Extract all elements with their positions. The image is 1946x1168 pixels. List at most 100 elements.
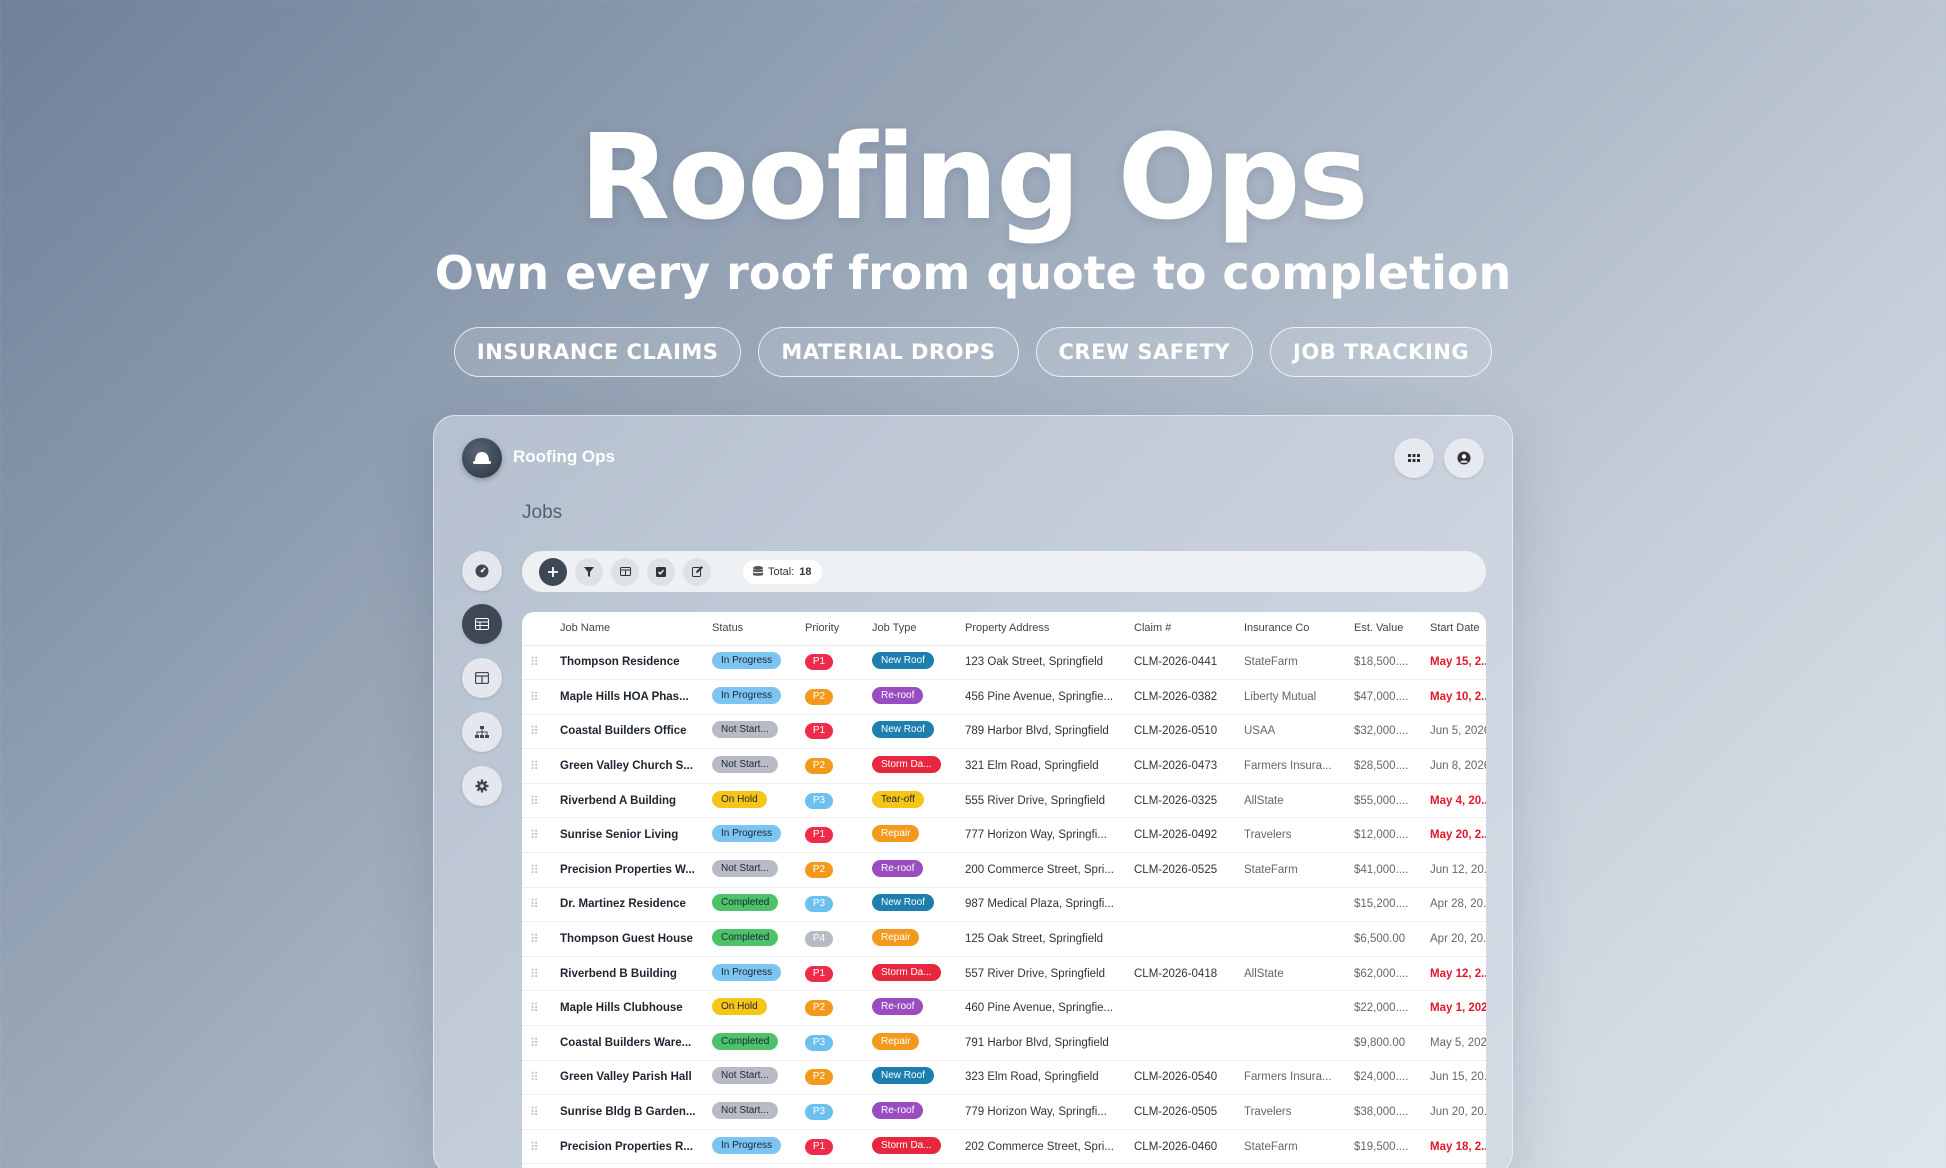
cell-est-value[interactable]: $18,500.... [1348,645,1424,681]
cell-job-type[interactable]: Repair [866,817,959,854]
cell-job-name[interactable]: Maple Hills HOA Phas... [554,679,706,715]
cell-job-name[interactable]: Green Valley Church S... [554,748,706,784]
cell-status[interactable]: On Hold [706,783,799,819]
cell-est-value[interactable]: $32,000.... [1348,714,1424,750]
cell-insurance-co[interactable] [1238,1025,1348,1061]
drag-handle-icon[interactable]: ⠿ [522,748,554,784]
cell-insurance-co[interactable]: Travelers [1238,1094,1348,1130]
cell-job-name[interactable]: Coastal Builders Office [554,714,706,750]
table-row[interactable]: ⠿ Coastal Builders Ware... Completed P3 Repa… [522,1025,1486,1061]
column-header-claim[interactable]: Claim # [1128,612,1238,646]
column-header-job-name[interactable]: Job Name [554,612,706,646]
cell-claim[interactable]: CLM-2026-0510 [1128,714,1238,750]
cell-priority[interactable]: P2 [799,852,866,888]
cell-property-address[interactable]: 555 River Drive, Springfield [959,783,1128,819]
cell-start-date[interactable]: Jun 12, 20... [1424,852,1486,888]
drag-handle-icon[interactable]: ⠿ [522,817,554,854]
cell-job-type[interactable]: Tear-off [866,783,959,819]
cell-job-name[interactable]: Precision Properties R... [554,1129,706,1165]
cell-property-address[interactable]: 123 Oak Street, Springfield [959,645,1128,681]
sidebar-item-hierarchy[interactable] [462,712,502,752]
table-row[interactable]: ⠿ Green Valley Parish Hall Not Start... P2 N… [522,1060,1486,1096]
cell-start-date[interactable]: May 4, 20... [1424,783,1486,819]
column-header-property-address[interactable]: Property Address [959,612,1128,646]
cell-start-date[interactable]: Apr 28, 20... [1424,887,1486,923]
cell-insurance-co[interactable] [1238,990,1348,1027]
cell-insurance-co[interactable]: USAA [1238,714,1348,750]
cell-priority[interactable]: P3 [799,887,866,923]
cell-property-address[interactable]: 987 Medical Plaza, Springfi... [959,887,1128,923]
cell-property-address[interactable]: 557 River Drive, Springfield [959,956,1128,992]
drag-handle-icon[interactable]: ⠿ [522,679,554,715]
drag-handle-icon[interactable]: ⠿ [522,1060,554,1096]
cell-est-value[interactable]: $55,000.... [1348,783,1424,819]
cell-priority[interactable]: P2 [799,1060,866,1096]
cell-priority[interactable]: P3 [799,783,866,819]
cell-est-value[interactable]: $15,200.... [1348,887,1424,923]
cell-claim[interactable]: CLM-2026-0505 [1128,1094,1238,1130]
cell-property-address[interactable]: 321 Elm Road, Springfield [959,748,1128,784]
cell-job-type[interactable]: New Roof [866,645,959,681]
cell-start-date[interactable]: Apr 20, 20... [1424,921,1486,957]
cell-job-type[interactable]: Re-roof [866,852,959,888]
cell-job-name[interactable]: Coastal Builders Ware... [554,1025,706,1061]
cell-start-date[interactable]: May 20, 2... [1424,817,1486,854]
cell-insurance-co[interactable]: StateFarm [1238,852,1348,888]
cell-est-value[interactable]: $22,000.... [1348,990,1424,1027]
cell-property-address[interactable]: 125 Oak Street, Springfield [959,921,1128,957]
add-job-button[interactable] [539,557,567,586]
table-row[interactable]: ⠿ Sunrise Bldg B Garden... Not Start... P3 R… [522,1094,1486,1130]
cell-insurance-co[interactable]: StateFarm [1238,645,1348,681]
cell-status[interactable]: Completed [706,887,799,923]
cell-start-date[interactable]: May 12, 2... [1424,956,1486,992]
cell-claim[interactable]: CLM-2026-0325 [1128,783,1238,819]
cell-property-address[interactable]: 791 Harbor Blvd, Springfield [959,1025,1128,1061]
table-row[interactable]: ⠿ Coastal Builders Office Not Start... P1 Ne… [522,714,1486,750]
cell-claim[interactable]: CLM-2026-0441 [1128,645,1238,681]
cell-job-name[interactable]: Dr. Martinez Residence [554,887,706,923]
cell-start-date[interactable]: Jun 20, 20... [1424,1094,1486,1130]
cell-insurance-co[interactable]: AllState [1238,783,1348,819]
cell-job-type[interactable]: Repair [866,921,959,957]
cell-insurance-co[interactable]: Travelers [1238,817,1348,854]
cell-start-date[interactable]: May 5, 202 [1424,1025,1486,1061]
cell-est-value[interactable]: $47,000.... [1348,679,1424,715]
table-row[interactable]: ⠿ Green Valley Church S... Not Start... P2 S… [522,748,1486,784]
cell-priority[interactable]: P1 [799,956,866,992]
cell-status[interactable]: Completed [706,1025,799,1061]
table-row[interactable]: ⠿ Maple Hills HOA Phas... In Progress P2 Re-… [522,679,1486,715]
drag-handle-icon[interactable]: ⠿ [522,990,554,1027]
cell-est-value[interactable]: $62,000.... [1348,956,1424,992]
drag-handle-icon[interactable]: ⠿ [522,921,554,957]
cell-property-address[interactable]: 789 Harbor Blvd, Springfield [959,714,1128,750]
cell-start-date[interactable]: May 18, 2... [1424,1129,1486,1165]
apps-grid-button[interactable] [1394,438,1434,478]
drag-handle-icon[interactable]: ⠿ [522,956,554,992]
cell-job-type[interactable]: New Roof [866,1060,959,1096]
cell-job-name[interactable]: Green Valley Parish Hall [554,1060,706,1096]
cell-claim[interactable] [1128,887,1238,923]
cell-claim[interactable]: CLM-2026-0473 [1128,748,1238,784]
cell-priority[interactable]: P3 [799,1094,866,1130]
user-account-button[interactable] [1444,438,1484,478]
cell-status[interactable]: Not Start... [706,748,799,784]
cell-claim[interactable]: CLM-2026-0540 [1128,1060,1238,1096]
cell-est-value[interactable]: $19,500.... [1348,1129,1424,1165]
select-button[interactable] [647,557,675,586]
cell-claim[interactable]: CLM-2026-0382 [1128,679,1238,715]
cell-job-type[interactable]: New Roof [866,714,959,750]
cell-est-value[interactable]: $9,800.00 [1348,1025,1424,1061]
cell-est-value[interactable]: $12,000.... [1348,817,1424,854]
cell-status[interactable]: Not Start... [706,1060,799,1096]
drag-handle-icon[interactable]: ⠿ [522,1094,554,1130]
cell-property-address[interactable]: 779 Horizon Way, Springfi... [959,1094,1128,1130]
cell-start-date[interactable]: May 10, 2... [1424,679,1486,715]
cell-insurance-co[interactable] [1238,887,1348,923]
cell-insurance-co[interactable]: StateFarm [1238,1129,1348,1165]
cell-job-type[interactable]: Re-roof [866,679,959,715]
cell-property-address[interactable]: 456 Pine Avenue, Springfie... [959,679,1128,715]
sidebar-item-board[interactable] [462,658,502,698]
drag-handle-icon[interactable]: ⠿ [522,852,554,888]
cell-status[interactable]: In Progress [706,1129,799,1165]
cell-priority[interactable]: P4 [799,921,866,957]
